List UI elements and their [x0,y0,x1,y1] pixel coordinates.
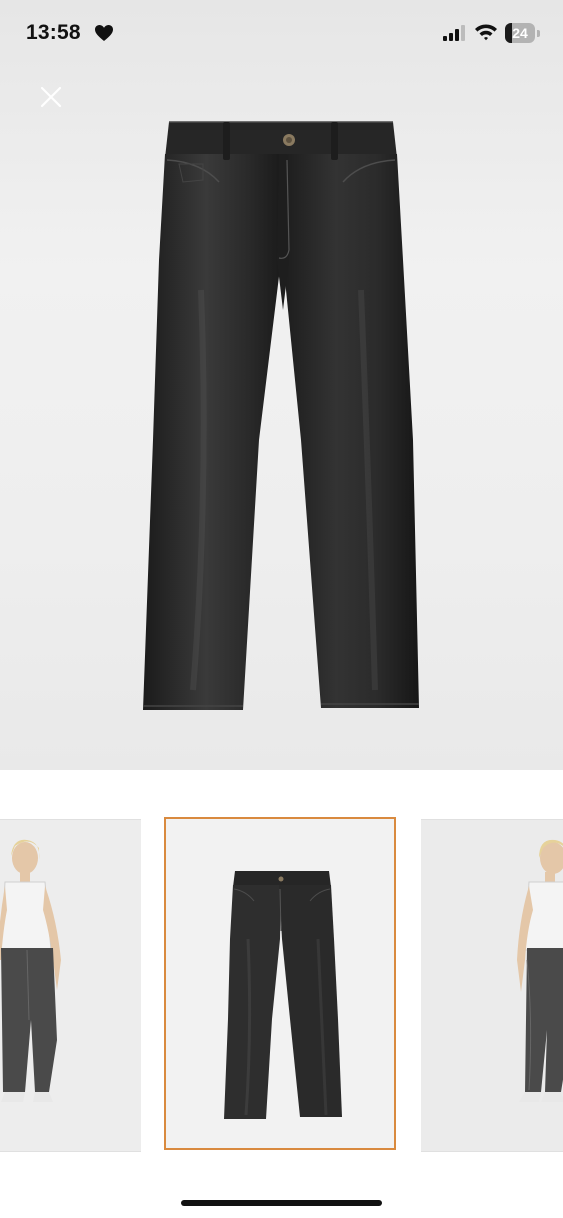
battery-level: 24 [512,25,528,41]
close-icon[interactable] [34,80,68,114]
home-indicator[interactable] [181,1200,382,1206]
thumbnail-strip [0,815,563,1155]
status-time: 13:58 [26,21,81,44]
battery-icon: 24 [505,23,540,43]
thumbnail-product-flat-selected[interactable] [164,817,396,1150]
status-bar: 13:58 24 [0,0,563,66]
model-side-image [517,839,563,1102]
product-flat-image [224,871,342,1119]
hero-image[interactable]: 13:58 24 [0,0,563,770]
thumbnail-model-front[interactable] [0,819,141,1152]
heart-icon [95,25,113,41]
pants-product-image [143,121,419,710]
model-front-image [0,839,61,1102]
thumbnail-model-side[interactable] [421,819,563,1152]
product-image-viewer: 13:58 24 [0,0,563,1218]
signal-icon [443,25,465,41]
wifi-icon [475,24,497,41]
